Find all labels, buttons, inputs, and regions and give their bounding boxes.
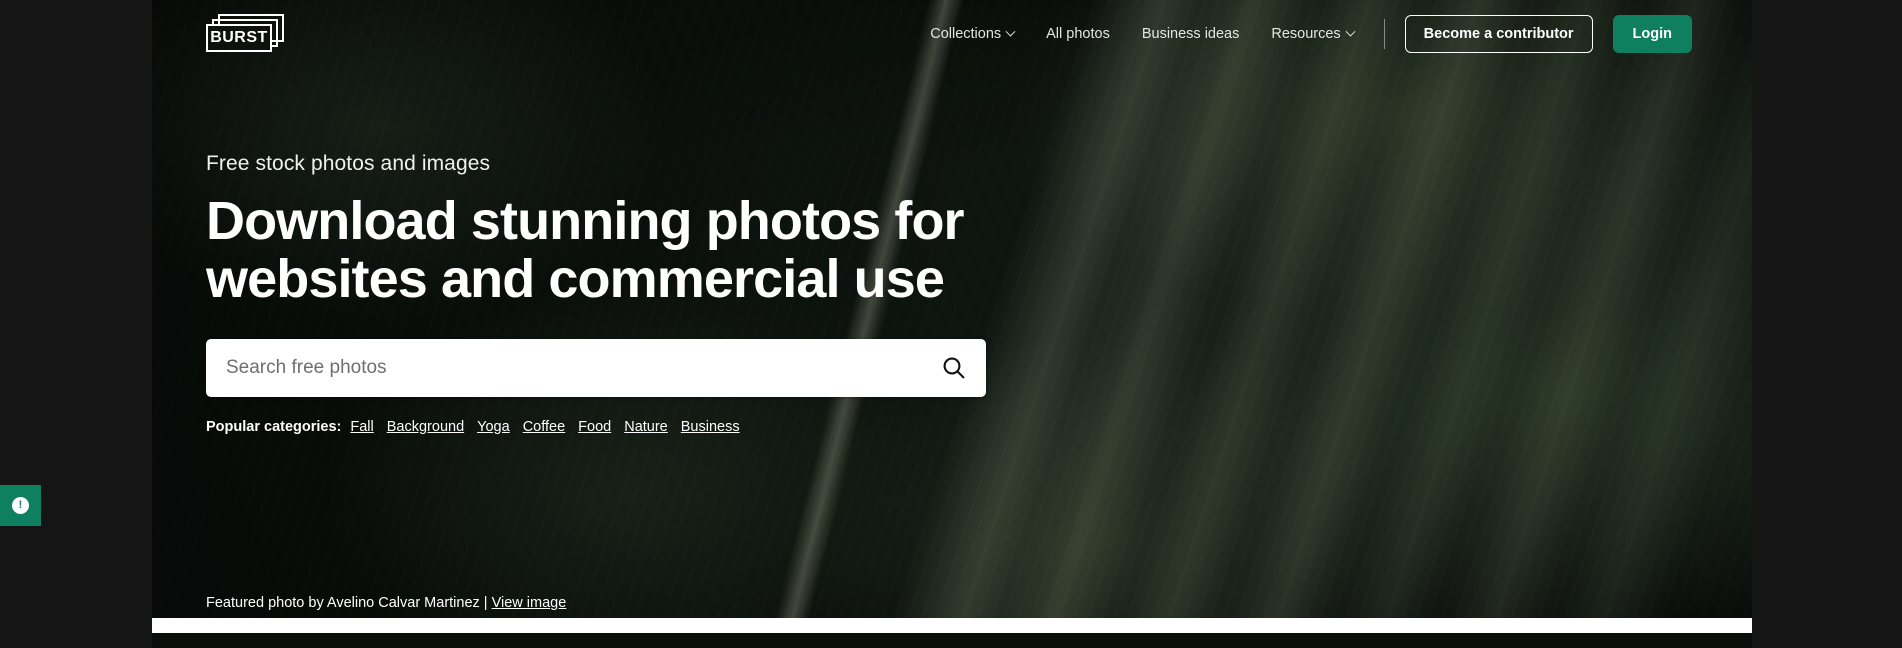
page-title: Download stunning photos for websites an… xyxy=(206,191,965,310)
category-link-nature[interactable]: Nature xyxy=(624,419,668,435)
chevron-down-icon xyxy=(1345,26,1356,37)
become-contributor-button[interactable]: Become a contributor xyxy=(1404,15,1593,53)
hero-section: BURST Collections All photos Business id… xyxy=(152,0,1752,633)
logo-frame-front: BURST xyxy=(206,24,272,52)
feedback-tab[interactable]: ! xyxy=(0,485,41,526)
burst-homepage: BURST Collections All photos Business id… xyxy=(152,0,1752,648)
hero-content: Free stock photos and images Download st… xyxy=(206,152,1126,435)
primary-nav: Collections All photos Business ideas Re… xyxy=(914,15,1692,53)
site-header: BURST Collections All photos Business id… xyxy=(152,0,1752,68)
nav-item-resources[interactable]: Resources xyxy=(1255,18,1369,50)
hero-eyebrow: Free stock photos and images xyxy=(206,152,491,175)
category-link-business[interactable]: Business xyxy=(681,419,740,435)
category-link-food[interactable]: Food xyxy=(578,419,611,435)
nav-item-collections[interactable]: Collections xyxy=(914,18,1030,50)
login-button[interactable]: Login xyxy=(1612,15,1692,53)
photo-credit: Featured photo by Avelino Calvar Martine… xyxy=(206,595,566,611)
chevron-down-icon xyxy=(1005,26,1016,37)
page-body-below-fold xyxy=(152,618,1752,633)
burst-logo[interactable]: BURST xyxy=(206,14,286,56)
nav-item-all-photos[interactable]: All photos xyxy=(1030,18,1126,50)
category-link-yoga[interactable]: Yoga xyxy=(477,419,510,435)
info-badge-icon: ! xyxy=(12,497,29,514)
logo-wordmark: BURST xyxy=(210,29,268,46)
popular-categories-label: Popular categories: xyxy=(206,418,342,435)
popular-categories: Popular categories: Fall Background Yoga… xyxy=(206,419,1126,435)
nav-divider xyxy=(1383,19,1385,49)
browser-viewport: ! BURST Collections All photos Business … xyxy=(0,0,1902,648)
search-submit-button[interactable] xyxy=(922,339,986,397)
view-image-link[interactable]: View image xyxy=(492,595,567,611)
category-link-coffee[interactable]: Coffee xyxy=(523,419,565,435)
category-link-background[interactable]: Background xyxy=(387,419,464,435)
nav-item-business-ideas[interactable]: Business ideas xyxy=(1126,18,1256,50)
nav-label-resources: Resources xyxy=(1271,26,1341,42)
nav-label-all-photos: All photos xyxy=(1046,26,1110,42)
category-link-fall[interactable]: Fall xyxy=(350,419,373,435)
photo-credit-text: Featured photo by Avelino Calvar Martine… xyxy=(206,595,488,611)
nav-label-business-ideas: Business ideas xyxy=(1141,26,1240,42)
search-bar[interactable] xyxy=(206,338,986,397)
search-icon xyxy=(943,357,965,379)
nav-label-collections: Collections xyxy=(930,26,1002,42)
search-input[interactable] xyxy=(206,338,922,397)
